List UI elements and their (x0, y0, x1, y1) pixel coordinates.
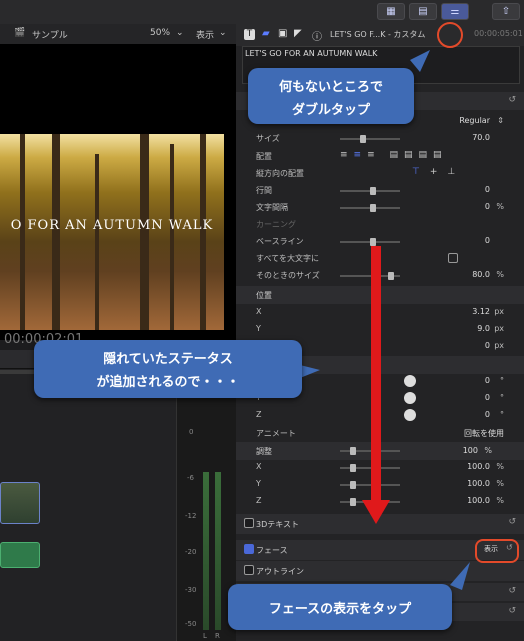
red-arrow-head (362, 500, 390, 524)
callout-pointer (410, 50, 430, 72)
callout-top: 何もないところで ダブルタップ (248, 68, 414, 124)
callout-pointer (450, 562, 470, 590)
callout-middle: 隠れていたステータス が追加されるので・・・ (34, 340, 302, 398)
red-arrow-shaft (371, 246, 381, 502)
callout-bottom: フェースの表示をタップ (228, 584, 452, 630)
callout-pointer (300, 365, 320, 378)
